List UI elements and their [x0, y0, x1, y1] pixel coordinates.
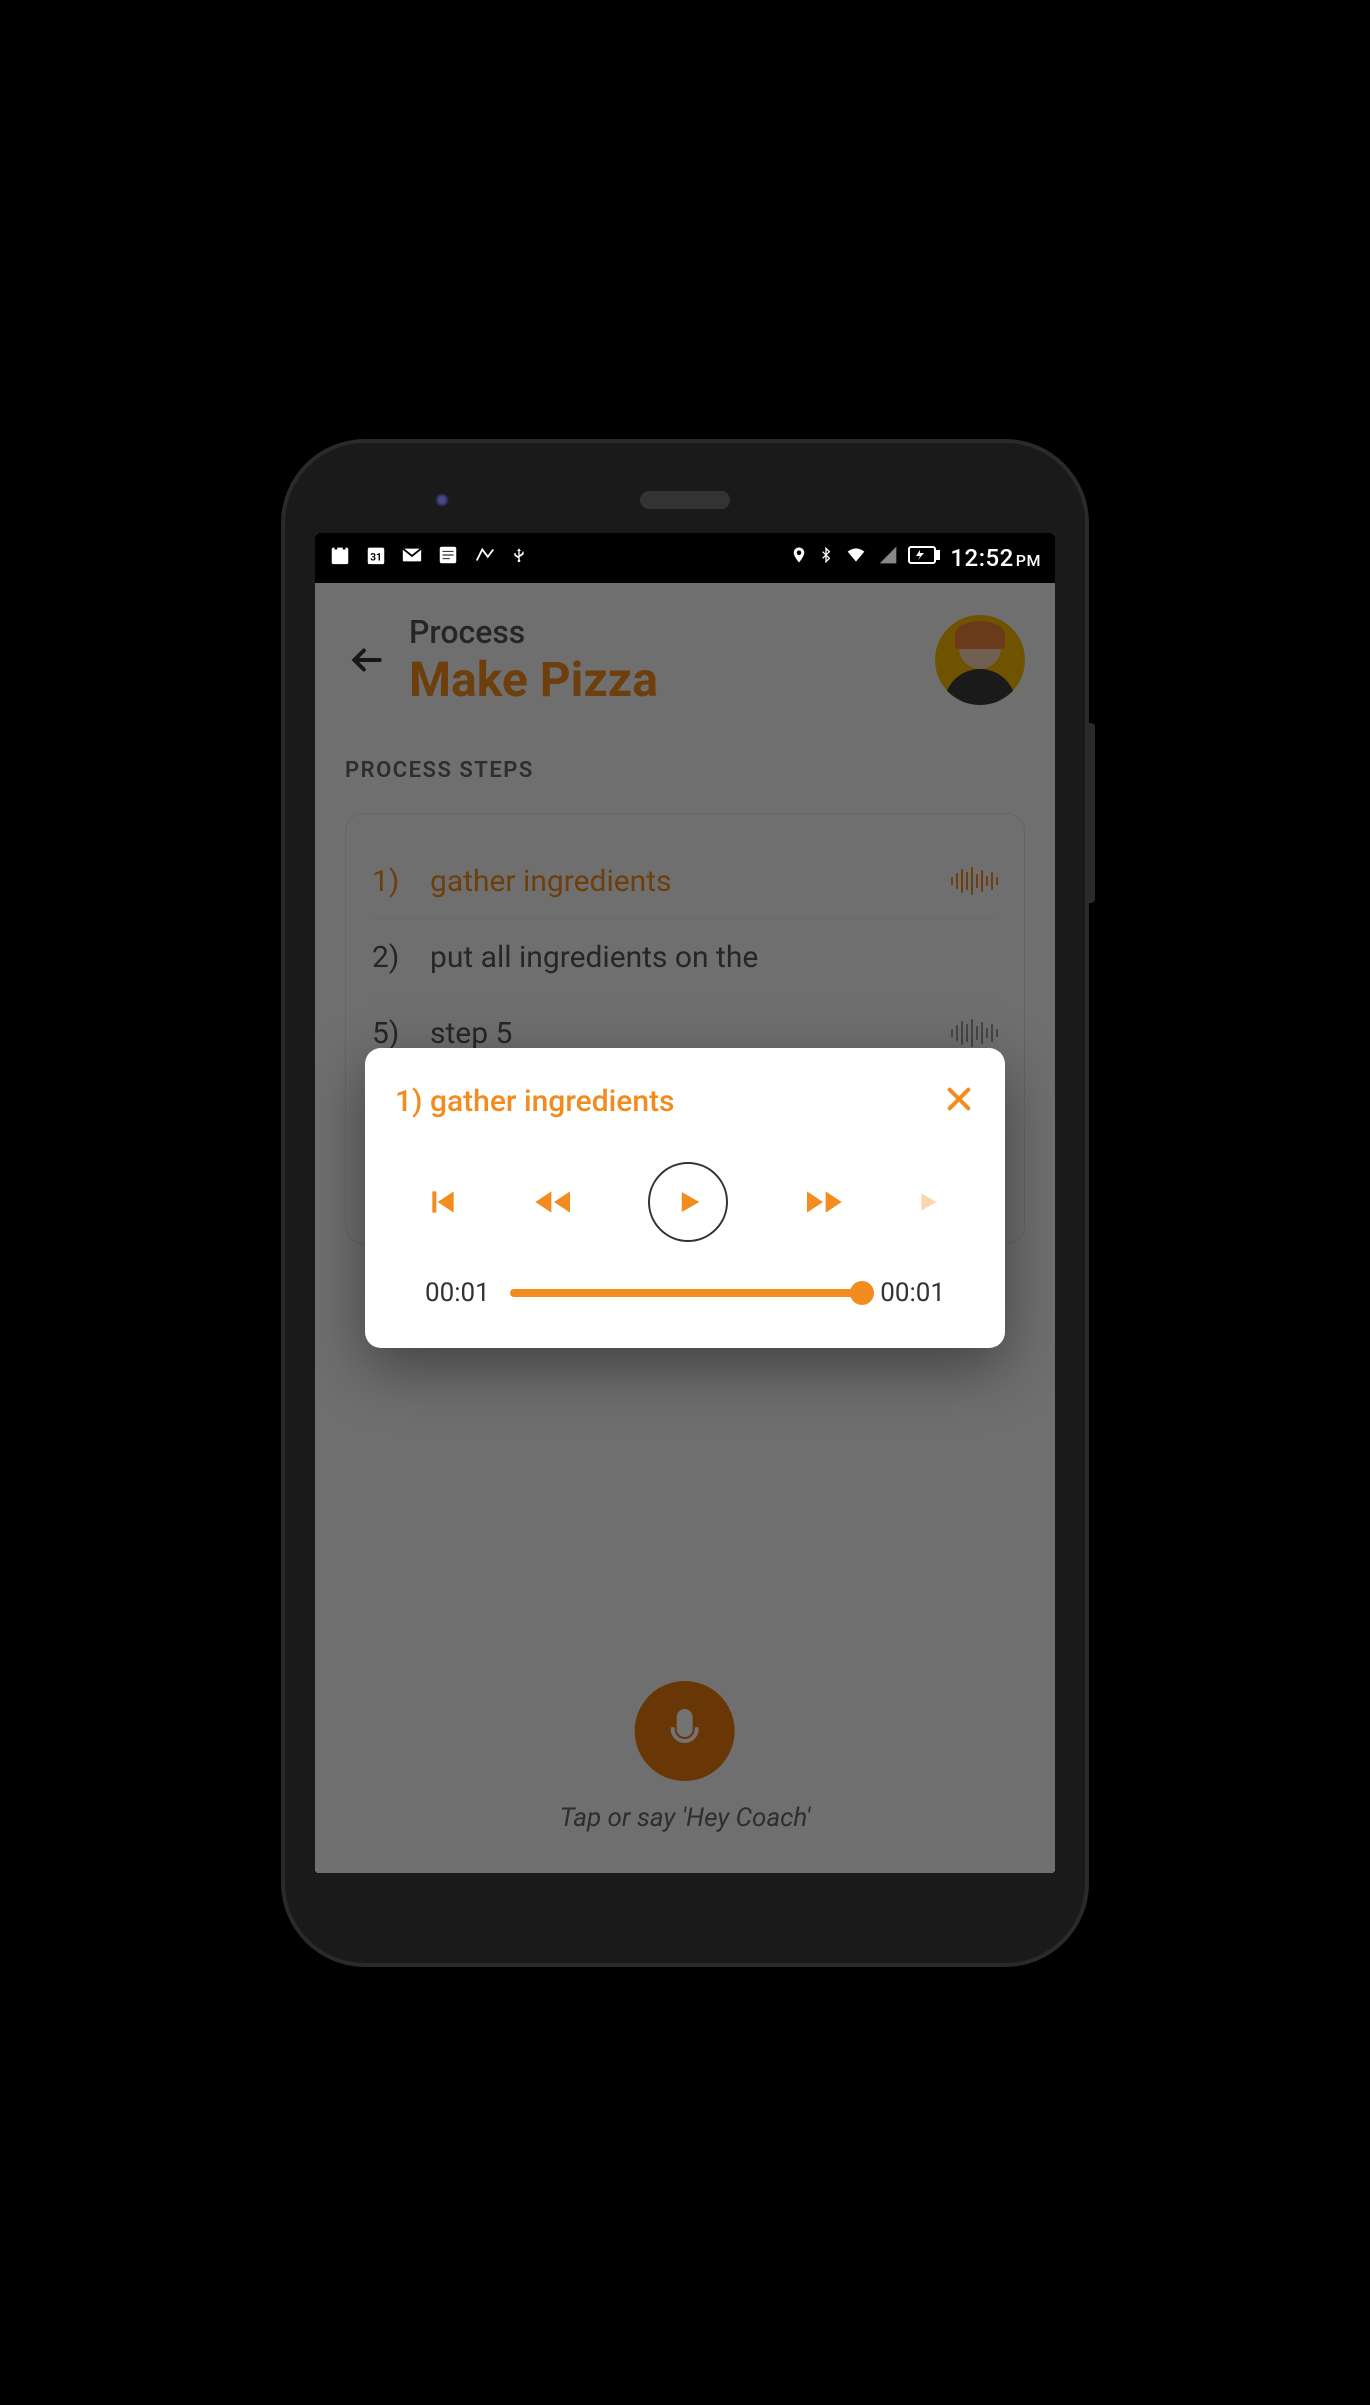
skip-next-button[interactable] — [917, 1186, 943, 1218]
svg-text:31: 31 — [370, 552, 382, 563]
news-icon — [437, 544, 459, 572]
skip-previous-button[interactable] — [427, 1186, 459, 1218]
battery-icon — [908, 545, 940, 570]
status-time: 12:52PM — [950, 544, 1041, 572]
usb-icon — [511, 543, 527, 573]
location-icon — [790, 544, 808, 572]
screen: 31 — [315, 533, 1055, 1873]
modal-header: 1) gather ingredients — [395, 1082, 975, 1122]
phone-speaker — [640, 491, 730, 509]
progress-slider[interactable] — [510, 1289, 861, 1297]
phone-frame: 31 — [285, 443, 1085, 1963]
progress-thumb[interactable] — [850, 1281, 874, 1305]
rewind-button[interactable] — [532, 1186, 576, 1218]
fast-forward-button[interactable] — [801, 1186, 845, 1218]
bluetooth-icon — [818, 543, 834, 573]
phone-camera — [435, 493, 449, 507]
wifi-icon — [844, 545, 868, 571]
phone-side-button — [1085, 723, 1095, 903]
close-button[interactable] — [943, 1082, 975, 1122]
app-icon-2 — [473, 544, 497, 572]
status-left: 31 — [329, 543, 527, 573]
app-icon-1 — [329, 544, 351, 572]
total-time: 00:01 — [880, 1278, 945, 1308]
signal-icon — [878, 545, 898, 571]
play-button[interactable] — [648, 1162, 728, 1242]
modal-title: 1) gather ingredients — [395, 1084, 674, 1119]
app-content: Process Make Pizza PROCESS STEPS 1) gath… — [315, 583, 1055, 1873]
audio-player-modal: 1) gather ingredients — [365, 1048, 1005, 1348]
status-right: 12:52PM — [790, 543, 1041, 573]
status-bar: 31 — [315, 533, 1055, 583]
progress-row: 00:01 00:01 — [395, 1278, 975, 1308]
current-time: 00:01 — [425, 1278, 490, 1308]
player-controls — [395, 1162, 975, 1242]
gmail-icon — [401, 544, 423, 572]
calendar-icon: 31 — [365, 544, 387, 572]
